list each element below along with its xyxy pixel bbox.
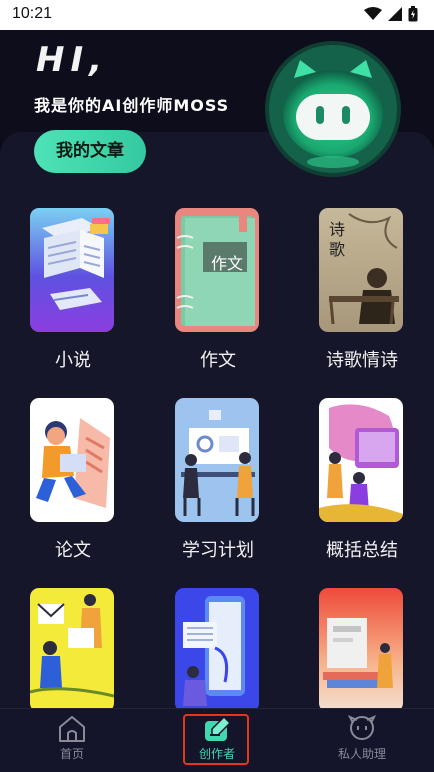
poetry-cover-text: 诗歌 (329, 220, 346, 259)
battery-icon (408, 6, 418, 22)
robot-mascot-icon[interactable] (262, 38, 404, 180)
card-composition[interactable]: 作文 作文 (175, 208, 261, 371)
study-plan-image (175, 398, 259, 522)
composition-book-image: 作文 (175, 208, 259, 332)
my-articles-button[interactable]: 我的文章 (34, 130, 146, 173)
nav-item-assistant[interactable]: 私人助理 (312, 709, 412, 772)
signal-icon (388, 7, 402, 21)
card-poetry[interactable]: 诗歌 诗歌情诗 (319, 208, 405, 371)
card-label: 诗歌情诗 (326, 350, 398, 371)
report-image (30, 588, 114, 712)
nav-item-creator[interactable]: 创作者 (167, 709, 267, 772)
card-reading[interactable] (319, 588, 405, 712)
reading-image (319, 588, 403, 712)
tagline: 我是你的AI创作师MOSS (34, 96, 230, 115)
nav-label: 私人助理 (337, 747, 386, 761)
card-label: 作文 (200, 350, 236, 371)
status-time: 10:21 (12, 5, 53, 22)
card-document[interactable] (175, 588, 261, 712)
nav-item-home[interactable]: 首页 (22, 709, 122, 772)
card-novel[interactable]: 小说 (30, 208, 116, 371)
thesis-student-image (30, 398, 114, 522)
composition-cover-text: 作文 (211, 254, 244, 273)
card-label: 学习计划 (182, 540, 254, 561)
bottom-nav: 首页 创作者 私人助理 (0, 708, 434, 772)
nav-label: 首页 (59, 747, 84, 761)
novel-books-image (30, 208, 114, 332)
card-label: 论文 (55, 540, 91, 561)
card-label: 小说 (55, 350, 91, 371)
card-summary[interactable]: 概括总结 (319, 398, 405, 561)
card-thesis[interactable]: 论文 (30, 398, 116, 561)
poetry-painting-image: 诗歌 (319, 208, 403, 332)
document-image (175, 588, 259, 712)
card-label: 概括总结 (326, 540, 398, 561)
summary-presentation-image (319, 398, 403, 522)
nav-label: 创作者 (198, 747, 235, 761)
creator-icon (205, 715, 232, 741)
greeting: HI, (36, 40, 109, 80)
status-icons (364, 6, 418, 22)
card-study-plan[interactable]: 学习计划 (175, 398, 261, 561)
card-report[interactable] (30, 588, 116, 712)
home-icon (59, 716, 85, 742)
wifi-icon (364, 7, 382, 20)
assistant-icon (347, 715, 377, 740)
status-bar: 10:21 (0, 0, 434, 30)
